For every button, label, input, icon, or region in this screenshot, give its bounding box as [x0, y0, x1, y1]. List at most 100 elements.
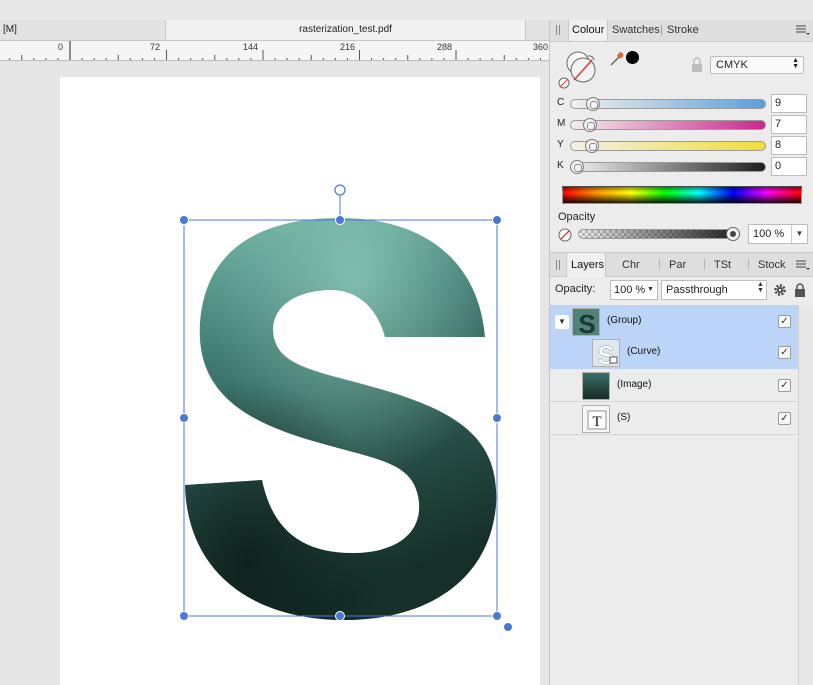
- document-tab-other-label: [M]: [3, 24, 17, 35]
- no-opacity-icon[interactable]: [558, 228, 572, 242]
- lock-icon[interactable]: [690, 57, 704, 73]
- panel-menu-icon[interactable]: [796, 25, 810, 35]
- handle-bottom-left[interactable]: [179, 611, 189, 621]
- opacity-dropdown-icon[interactable]: ▼: [791, 225, 807, 243]
- opacity-slider-knob[interactable]: [726, 227, 740, 241]
- disclosure-triangle-icon[interactable]: ▼: [555, 315, 569, 329]
- handle-top-left[interactable]: [179, 215, 189, 225]
- layer-name-curve: (Curve): [627, 346, 661, 357]
- layer-row-curve[interactable]: S (Curve) ✓: [550, 336, 798, 369]
- canvas-area[interactable]: [0, 62, 549, 685]
- slider-label-m: M: [557, 118, 566, 129]
- input-m[interactable]: 7: [771, 115, 807, 134]
- layer-name-image: (Image): [617, 379, 652, 390]
- layer-thumbnail-image: [582, 372, 610, 400]
- gear-icon[interactable]: [773, 283, 787, 297]
- layer-visibility-checkbox[interactable]: ✓: [778, 379, 791, 392]
- blend-mode-select[interactable]: Passthrough: [661, 280, 767, 300]
- handle-top-center[interactable]: [335, 215, 345, 225]
- slider-knob-y[interactable]: [584, 139, 599, 153]
- tab-divider: |: [660, 24, 663, 36]
- svg-text:T: T: [592, 414, 601, 430]
- layer-thumbnail-group: S: [572, 308, 600, 336]
- handle-shear[interactable]: [503, 622, 513, 632]
- layer-visibility-checkbox[interactable]: ✓: [778, 412, 791, 425]
- input-k[interactable]: 0: [771, 157, 807, 176]
- layers-panel-tabs: Layers Chr Par TSt Stock | | |: [550, 252, 813, 277]
- panel-grip-icon[interactable]: [556, 25, 560, 35]
- slider-track-m[interactable]: [570, 120, 766, 130]
- right-panel: Colour Swatches | Stroke CMYK ▲ ▼ C 9 M …: [549, 20, 813, 685]
- slider-track-k[interactable]: [570, 162, 766, 172]
- tab-stroke[interactable]: Stroke: [667, 24, 699, 36]
- colour-model-value: CMYK: [716, 59, 748, 71]
- tab-divider: |: [747, 258, 750, 270]
- slider-row-k: K 0: [550, 157, 813, 176]
- layer-thumbnail-curve: S: [592, 339, 620, 367]
- layer-list: ▼ S (Group) ✓ S (Curve) ✓ (Image) ✓ T (S…: [550, 305, 798, 685]
- handle-bottom-center[interactable]: [335, 611, 345, 621]
- layer-row-group[interactable]: ▼ S (Group) ✓: [550, 305, 798, 338]
- panel-grip-icon[interactable]: [556, 260, 560, 270]
- handle-middle-left[interactable]: [179, 413, 189, 423]
- ruler-label-0: 0: [58, 42, 64, 52]
- chevron-updown-icon: ▲ ▼: [792, 57, 799, 70]
- chevron-updown-icon: ▲ ▼: [757, 281, 764, 294]
- slider-knob-m[interactable]: [582, 118, 597, 132]
- rotation-handle[interactable]: [334, 184, 346, 196]
- tab-colour[interactable]: Colour: [572, 24, 604, 36]
- ruler-label-216: 216: [340, 42, 356, 52]
- slider-row-c: C 9: [550, 94, 813, 113]
- colour-spectrum-shade: [562, 186, 802, 192]
- tab-paragraph[interactable]: Par: [669, 259, 686, 271]
- slider-row-y: Y 8: [550, 136, 813, 155]
- layer-row-image[interactable]: (Image) ✓: [550, 369, 798, 402]
- tab-stock[interactable]: Stock: [758, 259, 786, 271]
- panel-menu-icon[interactable]: [796, 260, 810, 270]
- eyedropper-icon[interactable]: [608, 50, 626, 68]
- input-y[interactable]: 8: [771, 136, 807, 155]
- layers-options-bar: Opacity: 100 % ▼ Passthrough ▲ ▼: [550, 277, 813, 305]
- tab-text-styles[interactable]: TSt: [714, 259, 731, 271]
- top-toolbar-strip: [0, 0, 813, 20]
- ruler-label-144: 144: [243, 42, 259, 52]
- layers-opacity-label: Opacity:: [555, 283, 596, 295]
- document-tab-other[interactable]: [M]: [0, 20, 166, 40]
- blend-mode-value: Passthrough: [666, 284, 728, 296]
- layer-list-scrollbar[interactable]: [798, 305, 813, 685]
- tab-character[interactable]: Chr: [622, 259, 640, 271]
- lock-icon[interactable]: [794, 283, 806, 297]
- slider-row-m: M 7: [550, 115, 813, 134]
- slider-track-y[interactable]: [570, 141, 766, 151]
- ruler-label-72: 72: [150, 42, 161, 52]
- document-tab-active[interactable]: rasterization_test.pdf: [166, 20, 526, 40]
- layer-row-text[interactable]: T (S) ✓: [550, 402, 798, 435]
- layer-thumbnail-text: T: [582, 405, 610, 433]
- document-tab-active-label: rasterization_test.pdf: [299, 24, 392, 35]
- layer-visibility-checkbox[interactable]: ✓: [778, 315, 791, 328]
- opacity-input-value: 100 %: [753, 228, 785, 240]
- layer-name-text: (S): [617, 412, 631, 423]
- handle-top-right[interactable]: [492, 215, 502, 225]
- slider-knob-k[interactable]: [570, 160, 584, 174]
- chevron-down-icon: ▼: [647, 286, 654, 293]
- tab-layers[interactable]: Layers: [571, 259, 604, 271]
- horizontal-ruler[interactable]: 0 72 144 216 288 360: [0, 41, 549, 61]
- colour-model-select[interactable]: CMYK ▲ ▼: [710, 56, 804, 74]
- ruler-label-288: 288: [437, 42, 453, 52]
- artwork-layer[interactable]: [0, 62, 549, 685]
- ruler-ticks: [9, 41, 541, 60]
- handle-bottom-right[interactable]: [492, 611, 502, 621]
- slider-label-k: K: [557, 160, 564, 171]
- ruler-label-360: 360: [533, 42, 549, 52]
- opacity-label: Opacity: [558, 211, 596, 223]
- tab-swatches[interactable]: Swatches: [612, 24, 660, 36]
- slider-label-y: Y: [557, 139, 564, 150]
- handle-middle-right[interactable]: [492, 413, 502, 423]
- current-colour-swatch[interactable]: [626, 51, 639, 64]
- layers-opacity-value: 100 %: [614, 284, 646, 296]
- opacity-slider-track[interactable]: [578, 229, 740, 239]
- tab-divider: |: [658, 258, 661, 270]
- input-c[interactable]: 9: [771, 94, 807, 113]
- layer-visibility-checkbox[interactable]: ✓: [778, 346, 791, 359]
